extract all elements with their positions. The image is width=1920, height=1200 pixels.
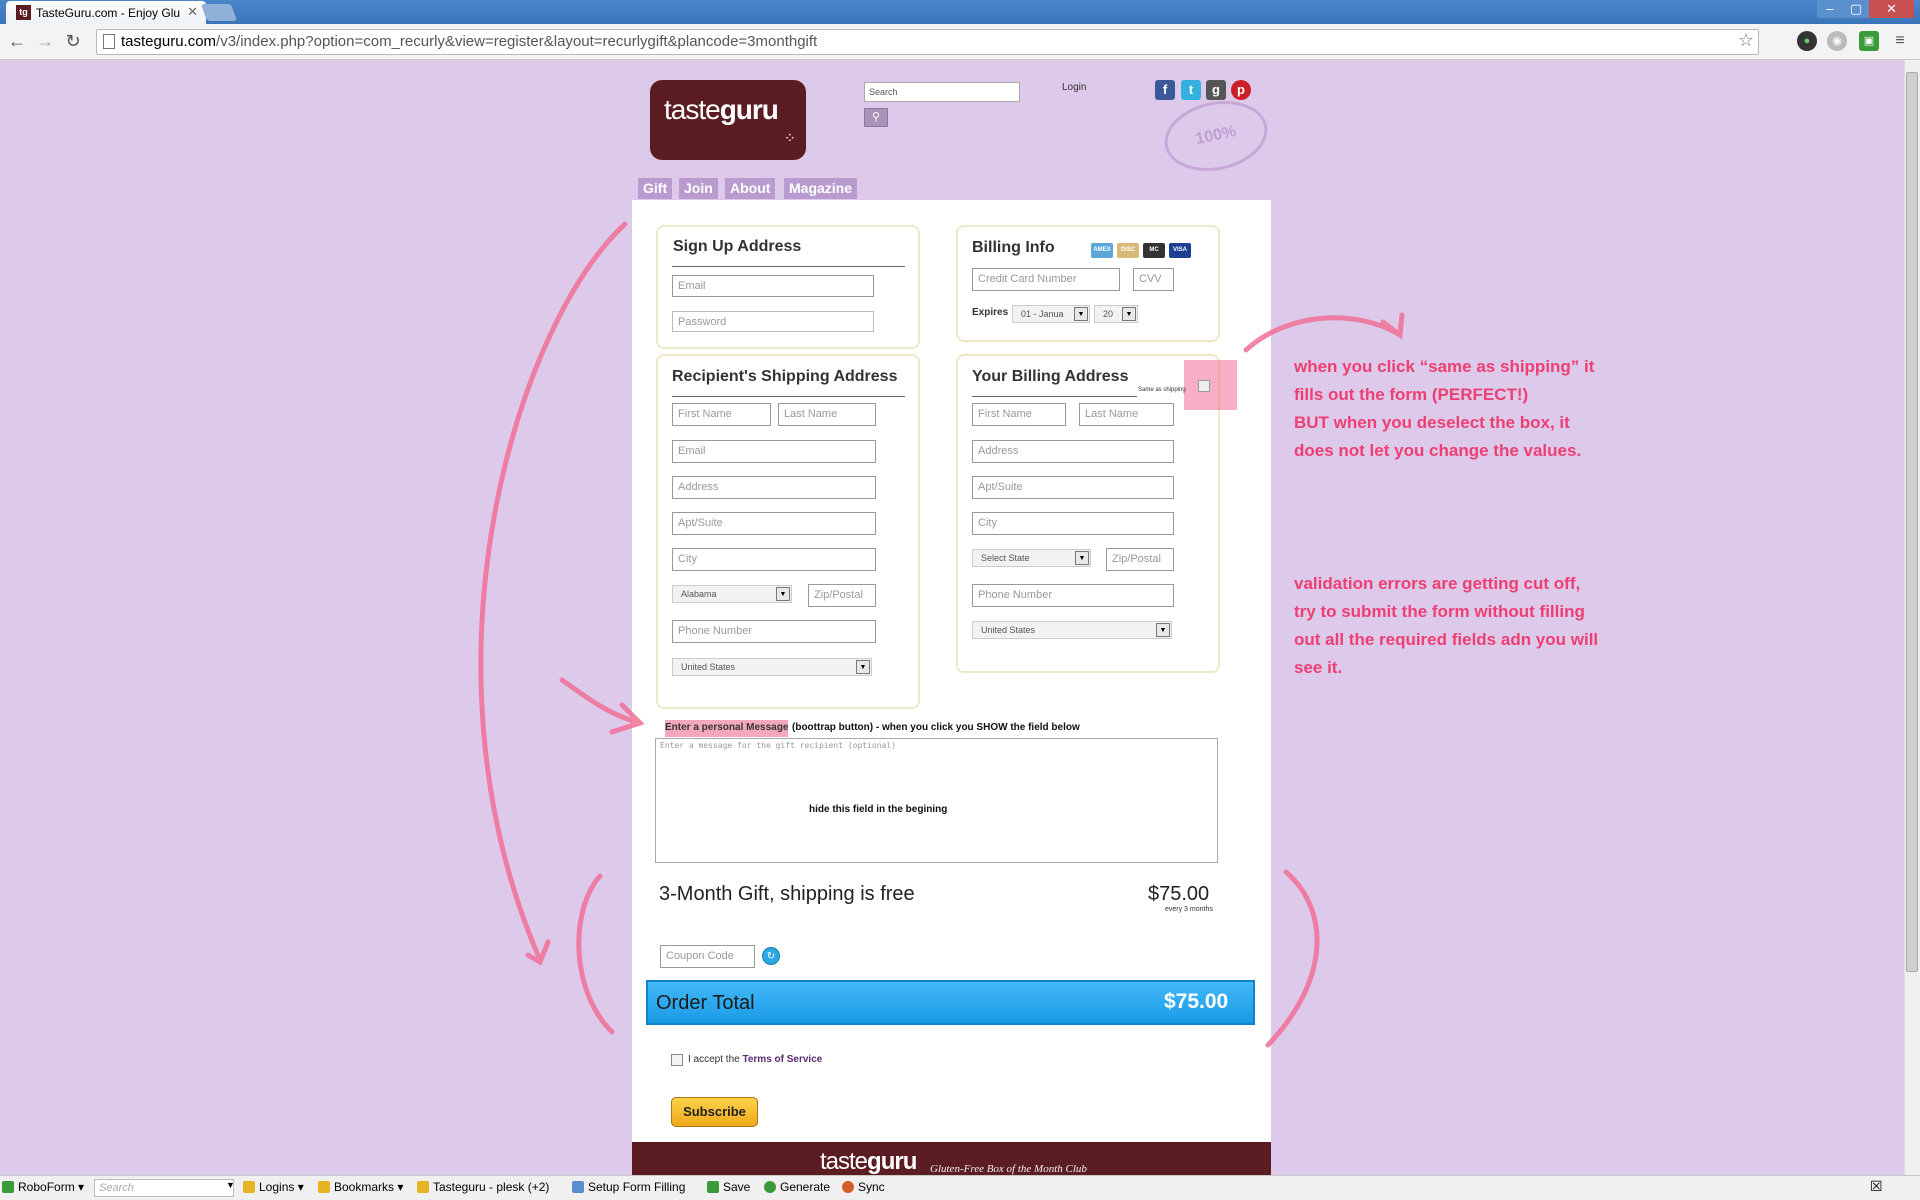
plesk-label: Tasteguru - plesk (+2) <box>433 1180 550 1194</box>
star-icon <box>417 1181 429 1193</box>
annotation-line: does not let you change the values. <box>1294 441 1582 460</box>
menu-icon[interactable]: ≡ <box>1890 31 1910 51</box>
roboform-label: RoboForm <box>18 1180 75 1194</box>
roboform-setup[interactable]: Setup Form Filling <box>572 1180 685 1194</box>
url-domain: tasteguru.com <box>121 33 217 50</box>
roboform-search-dropdown-icon[interactable]: ▼ <box>226 1180 235 1190</box>
close-window-button[interactable]: ✕ <box>1869 0 1914 18</box>
roboform-generate[interactable]: Generate <box>764 1180 830 1194</box>
generate-icon <box>764 1181 776 1193</box>
annotation-bracket-right <box>1265 869 1320 1048</box>
annotation-note-1: when you click “same as shipping” it fil… <box>1294 353 1594 465</box>
new-tab-button[interactable] <box>200 4 238 21</box>
annotation-line: BUT when you deselect the box, it <box>1294 413 1570 432</box>
browser-tab[interactable]: tg TasteGuru.com - Enjoy Glu ✕ <box>6 1 206 24</box>
annotation-line: see it. <box>1294 658 1343 677</box>
roboform-logins[interactable]: Logins ▾ <box>243 1180 304 1194</box>
annotation-curve-left <box>478 221 628 963</box>
save-icon <box>707 1181 719 1193</box>
roboform-menu[interactable]: RoboForm ▾ <box>2 1180 84 1194</box>
annotation-arrowhead-right <box>1380 312 1405 340</box>
reload-icon[interactable]: ↻ <box>62 30 84 52</box>
window-titlebar <box>0 0 1920 24</box>
star-icon <box>318 1181 330 1193</box>
annotation-line: validation errors are getting cut off, <box>1294 574 1581 593</box>
roboform-plesk-login[interactable]: Tasteguru - plesk (+2) <box>417 1180 549 1194</box>
roboform-sync[interactable]: Sync <box>842 1180 885 1194</box>
annotation-note-2: validation errors are getting cut off, t… <box>1294 570 1598 682</box>
star-icon[interactable]: ☆ <box>1738 30 1754 51</box>
roboform-save[interactable]: Save <box>707 1180 750 1194</box>
page-icon <box>103 34 115 49</box>
favicon-icon: tg <box>16 5 31 20</box>
logins-label: Logins <box>259 1180 295 1194</box>
generate-label: Generate <box>780 1180 831 1194</box>
back-arrow-icon[interactable]: ← <box>6 30 28 52</box>
sync-label: Sync <box>858 1180 885 1194</box>
close-tab-icon[interactable]: ✕ <box>187 4 198 20</box>
annotation-line: fills out the form (PERFECT!) <box>1294 385 1529 404</box>
maximize-button[interactable]: ▢ <box>1843 0 1869 18</box>
bookmarks-label: Bookmarks <box>334 1180 395 1194</box>
scrollbar-thumb[interactable] <box>1906 72 1918 972</box>
forward-arrow-icon[interactable]: → <box>34 30 56 52</box>
roboform-bookmarks[interactable]: Bookmarks ▾ <box>318 1180 403 1194</box>
extension-roboform-icon[interactable]: ▣ <box>1859 31 1879 51</box>
form-icon <box>572 1181 584 1193</box>
sync-icon <box>842 1181 854 1193</box>
annotation-curve-right <box>1243 315 1403 353</box>
key-icon <box>243 1181 255 1193</box>
annotation-bracket-left <box>576 873 615 1035</box>
address-bar[interactable]: tasteguru.com/v3/index.php?option=com_re… <box>96 29 1759 55</box>
annotation-arrow-message <box>559 677 643 726</box>
roboform-close-icon[interactable]: ☒ <box>1870 1178 1883 1195</box>
extension-globe-icon[interactable]: ● <box>1797 31 1817 51</box>
annotation-line: try to submit the form without filling <box>1294 602 1585 621</box>
extension-eye-icon[interactable]: ◉ <box>1827 31 1847 51</box>
annotation-line: when you click “same as shipping” it <box>1294 357 1595 376</box>
url-path: /v3/index.php?option=com_recurly&view=re… <box>216 33 818 50</box>
roboform-search-input[interactable]: Search <box>94 1179 234 1197</box>
tab-title: TasteGuru.com - Enjoy Glu <box>36 6 181 20</box>
setup-label: Setup Form Filling <box>588 1180 686 1194</box>
annotation-line: out all the required fields adn you will <box>1294 630 1599 649</box>
roboform-icon <box>2 1181 14 1193</box>
minimize-button[interactable]: – <box>1817 0 1843 18</box>
annotation-strokes <box>478 221 1405 1048</box>
save-label: Save <box>723 1180 751 1194</box>
